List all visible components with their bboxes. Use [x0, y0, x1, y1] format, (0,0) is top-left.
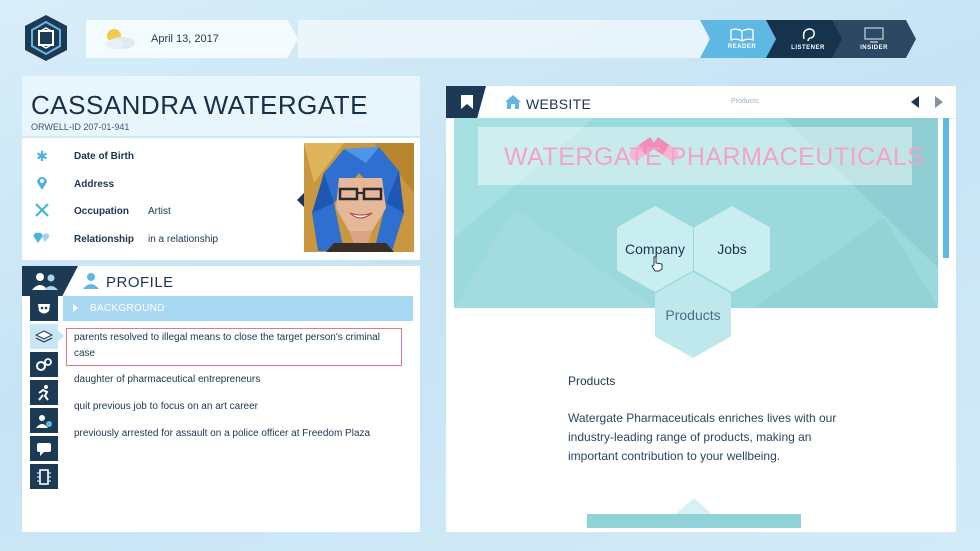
hearts-icon	[32, 230, 52, 248]
tab-listener-label: LISTENER	[791, 45, 825, 51]
site-title: WATERGATE PHARMACEUTICALS	[504, 143, 925, 171]
website-scrollbar[interactable]	[943, 118, 949, 258]
side-tab-memory[interactable]	[30, 464, 58, 489]
info-row-occupation: Occupation Artist	[32, 201, 171, 221]
ear-icon	[802, 28, 815, 42]
profile-entry[interactable]: parents resolved to illegal means to clo…	[74, 330, 392, 362]
current-date: April 13, 2017	[151, 33, 219, 45]
book-icon	[730, 28, 754, 42]
tab-insider[interactable]: INSIDER	[832, 20, 916, 58]
side-tab-layers[interactable]	[30, 324, 64, 349]
person-info-icon	[36, 414, 52, 428]
info-row-relationship: Relationship in a relationship	[32, 229, 218, 249]
back-arrow-icon[interactable]	[911, 96, 919, 108]
profile-entry[interactable]: daughter of pharmaceutical entrepreneurs	[74, 372, 392, 388]
website-header	[446, 86, 956, 119]
side-tab-activity[interactable]	[30, 380, 58, 405]
side-tab-gears[interactable]	[30, 352, 58, 377]
products-heading: Products	[568, 374, 616, 388]
running-person-icon	[38, 384, 49, 401]
profile-portrait	[304, 143, 414, 252]
info-label: Occupation	[74, 205, 130, 217]
app-logo-icon[interactable]	[22, 14, 70, 62]
side-tab-person-info[interactable]	[30, 408, 58, 433]
info-label: Address	[74, 178, 115, 190]
info-value: Artist	[148, 205, 171, 217]
bottom-teal-bar	[587, 514, 801, 528]
website-title: WEBSITE	[526, 96, 592, 112]
hand-cursor-icon	[650, 256, 664, 272]
mask-icon	[38, 303, 50, 313]
profile-entry[interactable]: previously arrested for assault on a pol…	[74, 426, 392, 442]
top-strip	[298, 20, 708, 58]
expand-triangle-icon	[73, 304, 78, 312]
people-icon	[32, 273, 58, 290]
forward-arrow-icon[interactable]	[935, 96, 943, 108]
gears-icon	[36, 357, 52, 371]
info-value: in a relationship	[148, 233, 219, 245]
location-pin-icon	[32, 175, 52, 193]
portrait-pointer	[297, 193, 304, 207]
tab-insider-label: INSIDER	[860, 45, 888, 51]
site-nav-jobs-label: Jobs	[717, 241, 747, 257]
side-tab-chat[interactable]	[30, 436, 58, 461]
partly-cloudy-icon	[100, 26, 138, 52]
info-label: Date of Birth	[74, 150, 134, 162]
profile-title: PROFILE	[106, 274, 174, 291]
home-icon	[504, 94, 522, 110]
site-nav-products-label: Products	[665, 307, 721, 323]
info-row-address: Address	[32, 174, 114, 194]
info-row-date-of-birth: ✱ Date of Birth	[32, 146, 134, 166]
tools-icon	[32, 202, 52, 220]
memory-chip-icon	[37, 468, 51, 485]
products-description: Watergate Pharmaceuticals enriches lives…	[568, 411, 837, 463]
side-tab-mask[interactable]	[30, 296, 58, 321]
computer-icon	[864, 27, 884, 43]
bookmark-icon	[461, 95, 473, 109]
orwell-id: ORWELL-ID 207-01-941	[31, 122, 130, 132]
asterisk-icon: ✱	[36, 148, 48, 164]
person-name: CASSANDRA WATERGATE	[31, 90, 368, 120]
layers-icon	[35, 329, 53, 343]
website-url: Products	[731, 98, 759, 105]
site-nav-company-label: Company	[625, 241, 685, 257]
person-icon	[82, 272, 100, 290]
chat-icon	[37, 442, 51, 456]
profile-entry[interactable]: quit previous job to focus on an art car…	[74, 399, 392, 415]
info-label: Relationship	[74, 233, 135, 245]
tab-reader-label: READER	[727, 44, 757, 50]
background-section-label: BACKGROUND	[90, 303, 165, 314]
